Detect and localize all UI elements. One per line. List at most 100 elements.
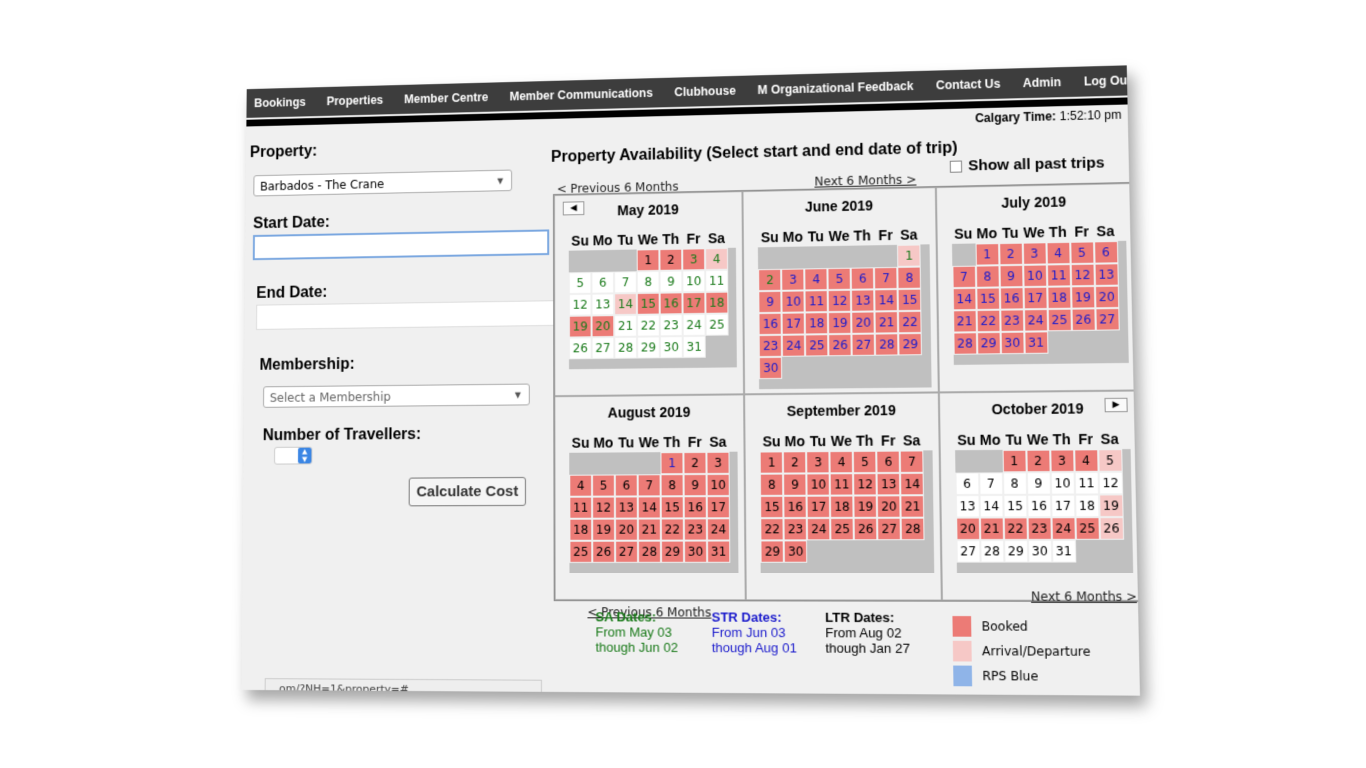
day-cell[interactable]: 10 — [1022, 264, 1047, 288]
day-cell[interactable]: 13 — [1094, 263, 1119, 286]
day-cell[interactable]: 21 — [874, 311, 899, 334]
day-cell[interactable]: 11 — [1074, 471, 1099, 495]
day-cell[interactable]: 8 — [975, 265, 1000, 288]
day-cell[interactable]: 29 — [1003, 539, 1028, 563]
day-cell[interactable]: 2 — [783, 451, 807, 474]
day-cell[interactable]: 3 — [706, 451, 730, 474]
day-cell[interactable]: 14 — [900, 472, 925, 496]
day-cell[interactable]: 12 — [853, 473, 878, 496]
day-cell[interactable]: 23 — [999, 309, 1024, 332]
day-cell[interactable]: 24 — [682, 313, 706, 337]
day-cell[interactable]: 5 — [592, 474, 615, 497]
day-cell[interactable]: 2 — [758, 268, 782, 292]
day-cell[interactable]: 16 — [1026, 494, 1052, 518]
day-cell[interactable]: 13 — [591, 293, 615, 316]
day-cell[interactable]: 16 — [999, 287, 1024, 310]
day-cell[interactable]: 20 — [955, 517, 980, 541]
day-cell[interactable]: 16 — [783, 495, 808, 519]
day-cell[interactable]: 14 — [979, 494, 1004, 518]
day-cell[interactable]: 29 — [898, 332, 923, 356]
day-cell[interactable]: 11 — [804, 290, 829, 313]
day-cell[interactable]: 27 — [956, 540, 981, 563]
day-cell[interactable]: 3 — [806, 451, 830, 474]
day-cell[interactable]: 4 — [1073, 449, 1099, 472]
day-cell[interactable]: 2 — [683, 451, 707, 475]
day-cell[interactable]: 15 — [975, 287, 1000, 311]
day-cell[interactable]: 6 — [1093, 240, 1119, 264]
day-cell[interactable]: 24 — [782, 334, 806, 357]
day-cell[interactable]: 30 — [1027, 539, 1052, 563]
day-cell[interactable]: 16 — [659, 292, 683, 315]
stepper-arrows-icon[interactable]: ▲ ▼ — [297, 447, 312, 464]
day-cell[interactable]: 6 — [850, 267, 875, 290]
day-cell[interactable]: 12 — [1070, 263, 1095, 287]
day-cell[interactable]: 23 — [659, 314, 683, 337]
day-cell[interactable]: 20 — [1094, 285, 1119, 309]
calculate-cost-button[interactable]: Calculate Cost — [408, 476, 527, 507]
day-cell[interactable]: 12 — [568, 293, 592, 316]
day-cell[interactable]: 20 — [591, 315, 615, 338]
day-cell[interactable]: 13 — [876, 472, 901, 496]
day-cell[interactable]: 1 — [636, 249, 660, 272]
day-cell[interactable]: 30 — [683, 540, 708, 563]
day-cell[interactable]: 27 — [877, 517, 902, 541]
day-cell[interactable]: 30 — [1000, 331, 1025, 355]
day-cell[interactable]: 1 — [759, 451, 784, 474]
end-date-input[interactable] — [256, 300, 556, 330]
day-cell[interactable]: 4 — [705, 247, 729, 271]
day-cell[interactable]: 21 — [637, 518, 661, 541]
day-cell[interactable]: 23 — [783, 518, 808, 541]
day-cell[interactable]: 26 — [853, 517, 878, 541]
day-cell[interactable]: 16 — [758, 312, 783, 336]
day-cell[interactable]: 5 — [827, 267, 852, 291]
day-cell[interactable]: 9 — [1026, 472, 1051, 495]
day-cell[interactable]: 8 — [1002, 472, 1027, 495]
day-cell[interactable]: 7 — [951, 265, 976, 289]
day-cell[interactable]: 23 — [1027, 517, 1052, 540]
day-cell[interactable]: 25 — [705, 313, 729, 336]
day-cell[interactable]: 25 — [805, 334, 829, 357]
day-cell[interactable]: 28 — [875, 333, 899, 356]
day-cell[interactable]: 27 — [615, 540, 639, 563]
day-cell[interactable]: 17 — [706, 496, 730, 519]
day-cell[interactable]: 6 — [955, 472, 980, 496]
day-cell[interactable]: 30 — [659, 336, 683, 359]
day-cell[interactable]: 28 — [614, 336, 638, 359]
day-cell[interactable]: 2 — [1026, 449, 1051, 473]
day-cell[interactable]: 18 — [569, 518, 593, 541]
nav-item-contact-us[interactable]: Contact Us — [936, 77, 1001, 93]
day-cell[interactable]: 21 — [979, 517, 1004, 541]
day-cell[interactable]: 7 — [978, 472, 1003, 495]
day-cell[interactable]: 22 — [760, 518, 785, 541]
next-month-arrow-icon[interactable]: ▶ — [1104, 397, 1128, 413]
day-cell[interactable]: 14 — [637, 496, 661, 519]
day-cell[interactable]: 25 — [1075, 517, 1100, 540]
day-cell[interactable]: 17 — [1050, 494, 1076, 518]
nav-item-member-centre[interactable]: Member Centre — [404, 90, 488, 106]
nav-item-clubhouse[interactable]: Clubhouse — [674, 84, 735, 99]
day-cell[interactable]: 18 — [1046, 286, 1072, 310]
day-cell[interactable]: 24 — [1051, 517, 1076, 540]
day-cell[interactable]: 26 — [592, 540, 616, 563]
day-cell[interactable]: 25 — [830, 517, 855, 541]
day-cell[interactable]: 29 — [976, 331, 1001, 355]
day-cell[interactable]: 1 — [975, 243, 1000, 266]
day-cell[interactable]: 27 — [591, 336, 615, 360]
day-cell[interactable]: 17 — [806, 495, 831, 519]
day-cell[interactable]: 4 — [569, 474, 593, 497]
day-cell[interactable]: 18 — [705, 291, 729, 314]
day-cell[interactable]: 3 — [781, 268, 805, 291]
day-cell[interactable]: 24 — [807, 517, 831, 541]
day-cell[interactable]: 17 — [1023, 286, 1048, 310]
day-cell[interactable]: 18 — [1074, 494, 1100, 518]
day-cell[interactable]: 28 — [900, 517, 925, 541]
day-cell[interactable]: 26 — [568, 337, 592, 360]
day-cell[interactable]: 8 — [636, 270, 660, 294]
day-cell[interactable]: 31 — [682, 335, 706, 358]
nav-item-m-organizational-feedback[interactable]: M Organizational Feedback — [758, 79, 914, 97]
checkbox-box[interactable] — [949, 160, 963, 173]
day-cell[interactable]: 24 — [706, 518, 731, 541]
day-cell[interactable]: 19 — [828, 311, 852, 335]
day-cell[interactable]: 31 — [707, 540, 731, 563]
day-cell[interactable]: 7 — [874, 266, 898, 290]
